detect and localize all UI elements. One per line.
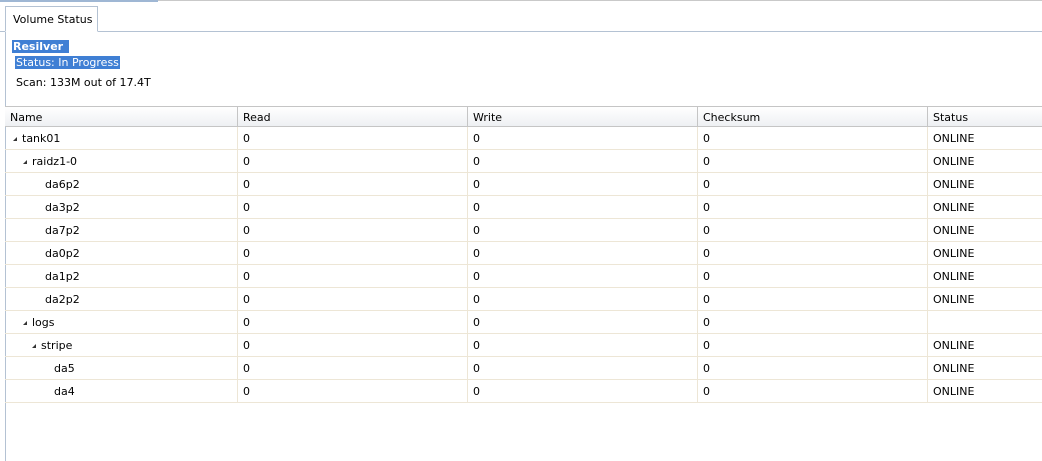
read-cell: 0 [238, 311, 468, 333]
resilver-scan: Scan: 133M out of 17.4T [16, 76, 151, 89]
read-cell: 0 [238, 150, 468, 172]
write-cell: 0 [468, 196, 698, 218]
top-accent [0, 0, 158, 2]
write-cell: 0 [468, 173, 698, 195]
volume-status-panel: Volume Status Resilver Status: In Progre… [0, 0, 1042, 461]
tab-volume-status[interactable]: Volume Status [5, 6, 98, 32]
row-name: raidz1-0 [32, 155, 78, 168]
table-row[interactable]: stripe 0 0 0 ONLINE [5, 334, 1042, 357]
table-row[interactable]: da1p2 0 0 0 ONLINE [5, 265, 1042, 288]
volume-tree-grid: Name Read Write Checksum Status tank01 0… [5, 106, 1042, 403]
status-cell: ONLINE [933, 155, 975, 168]
read-cell: 0 [238, 380, 468, 402]
status-cell: ONLINE [933, 178, 975, 191]
table-row[interactable]: tank01 0 0 0 ONLINE [5, 127, 1042, 150]
table-row[interactable]: da3p2 0 0 0 ONLINE [5, 196, 1042, 219]
name-cell: da3p2 [5, 196, 238, 218]
checksum-cell: 0 [698, 311, 928, 333]
status-cell: ONLINE [933, 270, 975, 283]
column-header-name[interactable]: Name [5, 107, 238, 126]
checksum-cell: 0 [698, 219, 928, 241]
status-cell: ONLINE [933, 362, 975, 375]
name-cell: da5 [5, 357, 238, 379]
read-cell: 0 [238, 265, 468, 287]
checksum-cell: 0 [698, 150, 928, 172]
name-cell: tank01 [5, 127, 238, 149]
row-name: tank01 [22, 132, 61, 145]
write-cell: 0 [468, 150, 698, 172]
read-cell: 0 [238, 242, 468, 264]
checksum-cell: 0 [698, 380, 928, 402]
table-row[interactable]: da0p2 0 0 0 ONLINE [5, 242, 1042, 265]
read-cell: 0 [238, 357, 468, 379]
write-cell: 0 [468, 334, 698, 356]
name-cell: da6p2 [5, 173, 238, 195]
name-cell: logs [5, 311, 238, 333]
resilver-status: Status: In Progress [15, 56, 120, 69]
status-cell: ONLINE [933, 385, 975, 398]
checksum-cell: 0 [698, 357, 928, 379]
column-header-status[interactable]: Status [928, 107, 1042, 126]
name-cell: da1p2 [5, 265, 238, 287]
checksum-cell: 0 [698, 288, 928, 310]
table-row[interactable]: raidz1-0 0 0 0 ONLINE [5, 150, 1042, 173]
status-cell: ONLINE [933, 132, 975, 145]
checksum-cell: 0 [698, 196, 928, 218]
table-row[interactable]: da4 0 0 0 ONLINE [5, 380, 1042, 403]
write-cell: 0 [468, 265, 698, 287]
row-name: stripe [41, 339, 73, 352]
read-cell: 0 [238, 196, 468, 218]
table-row[interactable]: da7p2 0 0 0 ONLINE [5, 219, 1042, 242]
write-cell: 0 [468, 127, 698, 149]
resilver-title: Resilver [12, 40, 70, 53]
grid-header: Name Read Write Checksum Status [5, 107, 1042, 127]
write-cell: 0 [468, 219, 698, 241]
name-cell: da4 [5, 380, 238, 402]
tab-bar: Volume Status [0, 6, 1042, 32]
status-cell: ONLINE [933, 201, 975, 214]
read-cell: 0 [238, 288, 468, 310]
read-cell: 0 [238, 334, 468, 356]
write-cell: 0 [468, 357, 698, 379]
checksum-cell: 0 [698, 265, 928, 287]
write-cell: 0 [468, 288, 698, 310]
table-row[interactable]: logs 0 0 0 [5, 311, 1042, 334]
name-cell: raidz1-0 [5, 150, 238, 172]
table-row[interactable]: da5 0 0 0 ONLINE [5, 357, 1042, 380]
checksum-cell: 0 [698, 127, 928, 149]
checksum-cell: 0 [698, 242, 928, 264]
status-cell [928, 311, 1042, 333]
expand-arrow-icon[interactable] [32, 344, 36, 348]
write-cell: 0 [468, 242, 698, 264]
status-cell: ONLINE [933, 247, 975, 260]
name-cell: da7p2 [5, 219, 238, 241]
read-cell: 0 [238, 173, 468, 195]
write-cell: 0 [468, 311, 698, 333]
column-header-write[interactable]: Write [468, 107, 698, 126]
name-cell: da0p2 [5, 242, 238, 264]
status-cell: ONLINE [933, 224, 975, 237]
table-row[interactable]: da6p2 0 0 0 ONLINE [5, 173, 1042, 196]
checksum-cell: 0 [698, 173, 928, 195]
write-cell: 0 [468, 380, 698, 402]
table-row[interactable]: da2p2 0 0 0 ONLINE [5, 288, 1042, 311]
checksum-cell: 0 [698, 334, 928, 356]
name-cell: stripe [5, 334, 238, 356]
row-name: logs [32, 316, 55, 329]
expand-arrow-icon[interactable] [23, 321, 27, 325]
status-cell: ONLINE [933, 339, 975, 352]
expand-arrow-icon[interactable] [23, 160, 27, 164]
read-cell: 0 [238, 219, 468, 241]
column-header-read[interactable]: Read [238, 107, 468, 126]
read-cell: 0 [238, 127, 468, 149]
expand-arrow-icon[interactable] [13, 137, 17, 141]
column-header-checksum[interactable]: Checksum [698, 107, 928, 126]
name-cell: da2p2 [5, 288, 238, 310]
status-cell: ONLINE [933, 293, 975, 306]
